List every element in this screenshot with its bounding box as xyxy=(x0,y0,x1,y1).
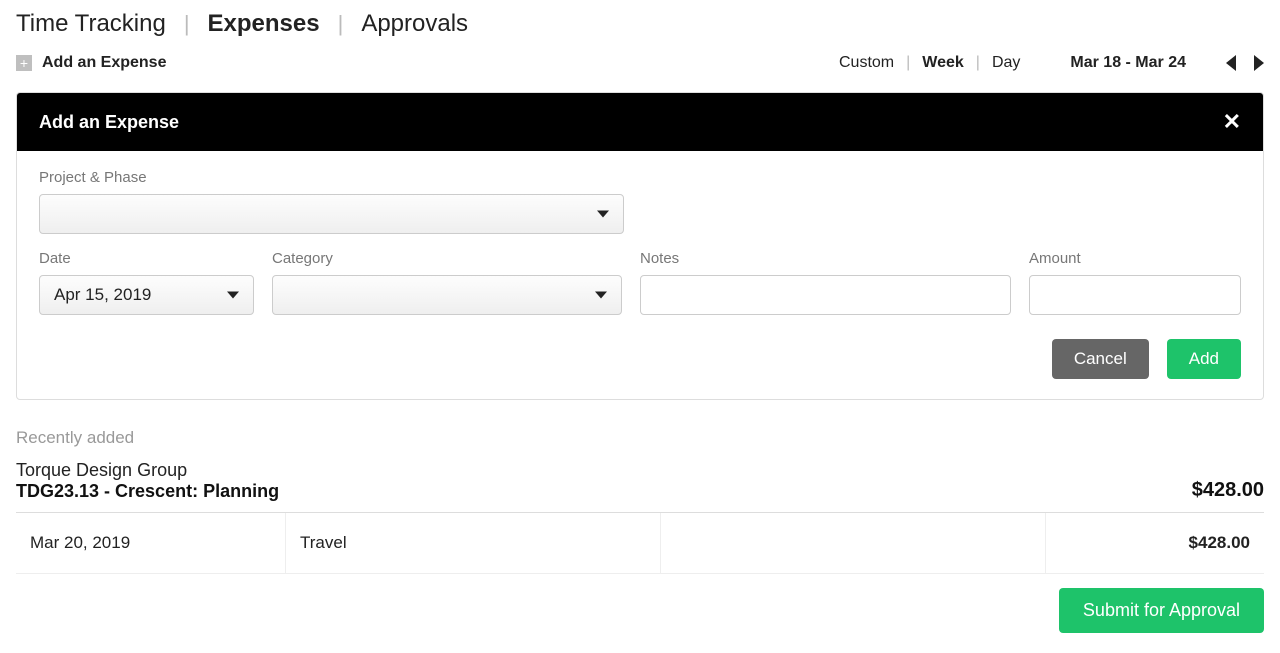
next-arrow-icon[interactable] xyxy=(1254,55,1264,71)
date-range[interactable]: Mar 18 - Mar 24 xyxy=(1070,54,1186,72)
top-nav: Time Tracking | Expenses | Approvals xyxy=(16,10,1264,38)
view-separator: | xyxy=(976,54,980,72)
item-date: Mar 20, 2019 xyxy=(16,513,286,573)
plus-icon: + xyxy=(16,55,32,71)
category-select[interactable] xyxy=(272,275,622,315)
form-row: Date Apr 15, 2019 Category Notes Amount xyxy=(39,250,1241,315)
toolbar-row: + Add an Expense Custom | Week | Day Mar… xyxy=(16,54,1264,72)
panel-title: Add an Expense xyxy=(39,112,179,133)
recently-added-header: Recently added xyxy=(16,428,1264,448)
right-controls: Custom | Week | Day Mar 18 - Mar 24 xyxy=(839,54,1264,72)
cancel-button[interactable]: Cancel xyxy=(1052,339,1149,379)
nav-separator: | xyxy=(184,11,190,37)
view-day[interactable]: Day xyxy=(992,54,1020,72)
submit-for-approval-button[interactable]: Submit for Approval xyxy=(1059,588,1264,633)
amount-label: Amount xyxy=(1029,250,1241,267)
notes-label: Notes xyxy=(640,250,1011,267)
item-category: Travel xyxy=(286,513,661,573)
nav-separator: | xyxy=(338,11,344,37)
prev-arrow-icon[interactable] xyxy=(1226,55,1236,71)
chevron-down-icon xyxy=(227,292,239,299)
submit-row: Submit for Approval xyxy=(16,588,1264,633)
group-total: $428.00 xyxy=(1192,479,1264,502)
expense-item-row[interactable]: Mar 20, 2019 Travel $428.00 xyxy=(16,513,1264,574)
panel-header: Add an Expense ✕ xyxy=(17,93,1263,151)
view-custom[interactable]: Custom xyxy=(839,54,894,72)
project-name: TDG23.13 - Crescent: Planning xyxy=(16,481,279,502)
add-button[interactable]: Add xyxy=(1167,339,1241,379)
item-amount: $428.00 xyxy=(1046,513,1264,573)
item-notes xyxy=(661,513,1046,573)
date-value: Apr 15, 2019 xyxy=(54,285,151,305)
project-phase-label: Project & Phase xyxy=(39,169,1241,186)
tab-approvals[interactable]: Approvals xyxy=(361,10,468,38)
date-col: Date Apr 15, 2019 xyxy=(39,250,254,315)
group-left: Torque Design Group TDG23.13 - Crescent:… xyxy=(16,460,279,502)
close-icon[interactable]: ✕ xyxy=(1223,111,1241,133)
notes-input[interactable] xyxy=(640,275,1011,315)
tab-time-tracking[interactable]: Time Tracking xyxy=(16,10,166,38)
tab-expenses[interactable]: Expenses xyxy=(208,10,320,38)
category-label: Category xyxy=(272,250,622,267)
project-phase-select[interactable] xyxy=(39,194,624,234)
amount-input[interactable] xyxy=(1029,275,1241,315)
add-expense-panel: Add an Expense ✕ Project & Phase Date Ap… xyxy=(16,92,1264,400)
panel-body: Project & Phase Date Apr 15, 2019 Catego… xyxy=(17,151,1263,399)
add-expense-label: Add an Expense xyxy=(42,54,166,72)
date-label: Date xyxy=(39,250,254,267)
category-col: Category xyxy=(272,250,622,315)
chevron-down-icon xyxy=(595,292,607,299)
view-switch: Custom | Week | Day xyxy=(839,54,1020,72)
date-arrows xyxy=(1226,55,1264,71)
notes-col: Notes xyxy=(640,250,1011,315)
expense-group-row: Torque Design Group TDG23.13 - Crescent:… xyxy=(16,460,1264,513)
view-separator: | xyxy=(906,54,910,72)
amount-col: Amount xyxy=(1029,250,1241,315)
view-week[interactable]: Week xyxy=(922,54,964,72)
button-row: Cancel Add xyxy=(39,339,1241,379)
date-select[interactable]: Apr 15, 2019 xyxy=(39,275,254,315)
add-expense-link[interactable]: + Add an Expense xyxy=(16,54,166,72)
chevron-down-icon xyxy=(597,211,609,218)
client-name: Torque Design Group xyxy=(16,460,279,481)
